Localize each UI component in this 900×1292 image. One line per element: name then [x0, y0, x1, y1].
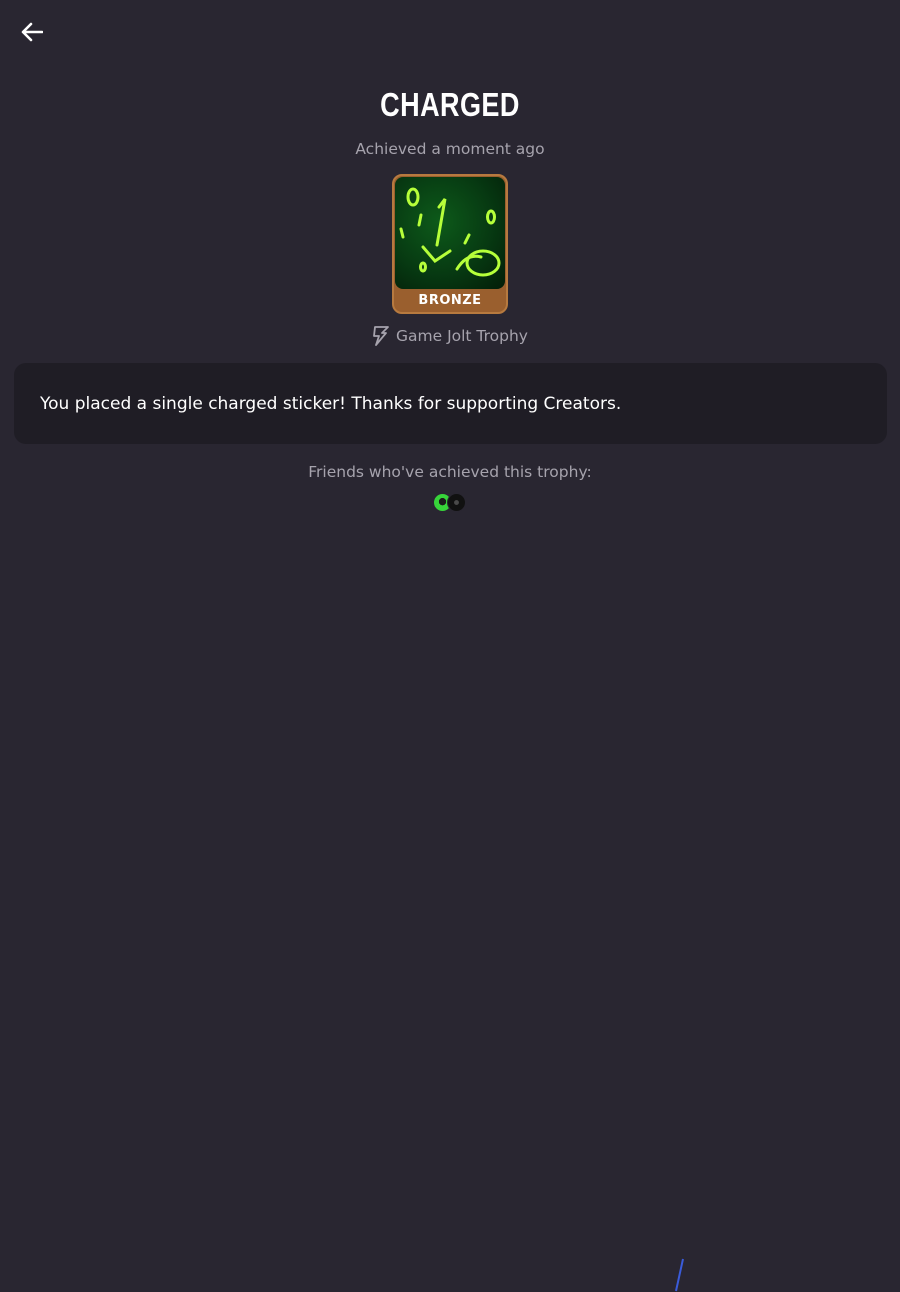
- friends-avatars: [433, 493, 466, 512]
- achieved-time: Achieved a moment ago: [355, 140, 545, 158]
- lightning-bolt-icon: [373, 326, 389, 346]
- stray-line: [675, 1258, 684, 1292]
- trophy-tier-label: BRONZE: [418, 293, 482, 308]
- trophy-detail-page: CHARGED Achieved a moment ago BRONZE Gam…: [0, 0, 900, 1292]
- trophy-description: You placed a single charged sticker! Tha…: [40, 393, 622, 414]
- back-button[interactable]: [12, 14, 52, 50]
- trophy-image: [395, 177, 505, 289]
- trophy-source-label: Game Jolt Trophy: [396, 327, 528, 345]
- trophy-title: CHARGED: [380, 86, 520, 123]
- trophy-description-card: You placed a single charged sticker! Tha…: [14, 363, 887, 444]
- trophy-badge: BRONZE: [392, 174, 508, 314]
- arrow-left-icon: [21, 22, 43, 42]
- trophy-source: Game Jolt Trophy: [0, 326, 900, 346]
- friends-label: Friends who've achieved this trophy:: [308, 463, 592, 481]
- friend-avatar[interactable]: [447, 493, 466, 512]
